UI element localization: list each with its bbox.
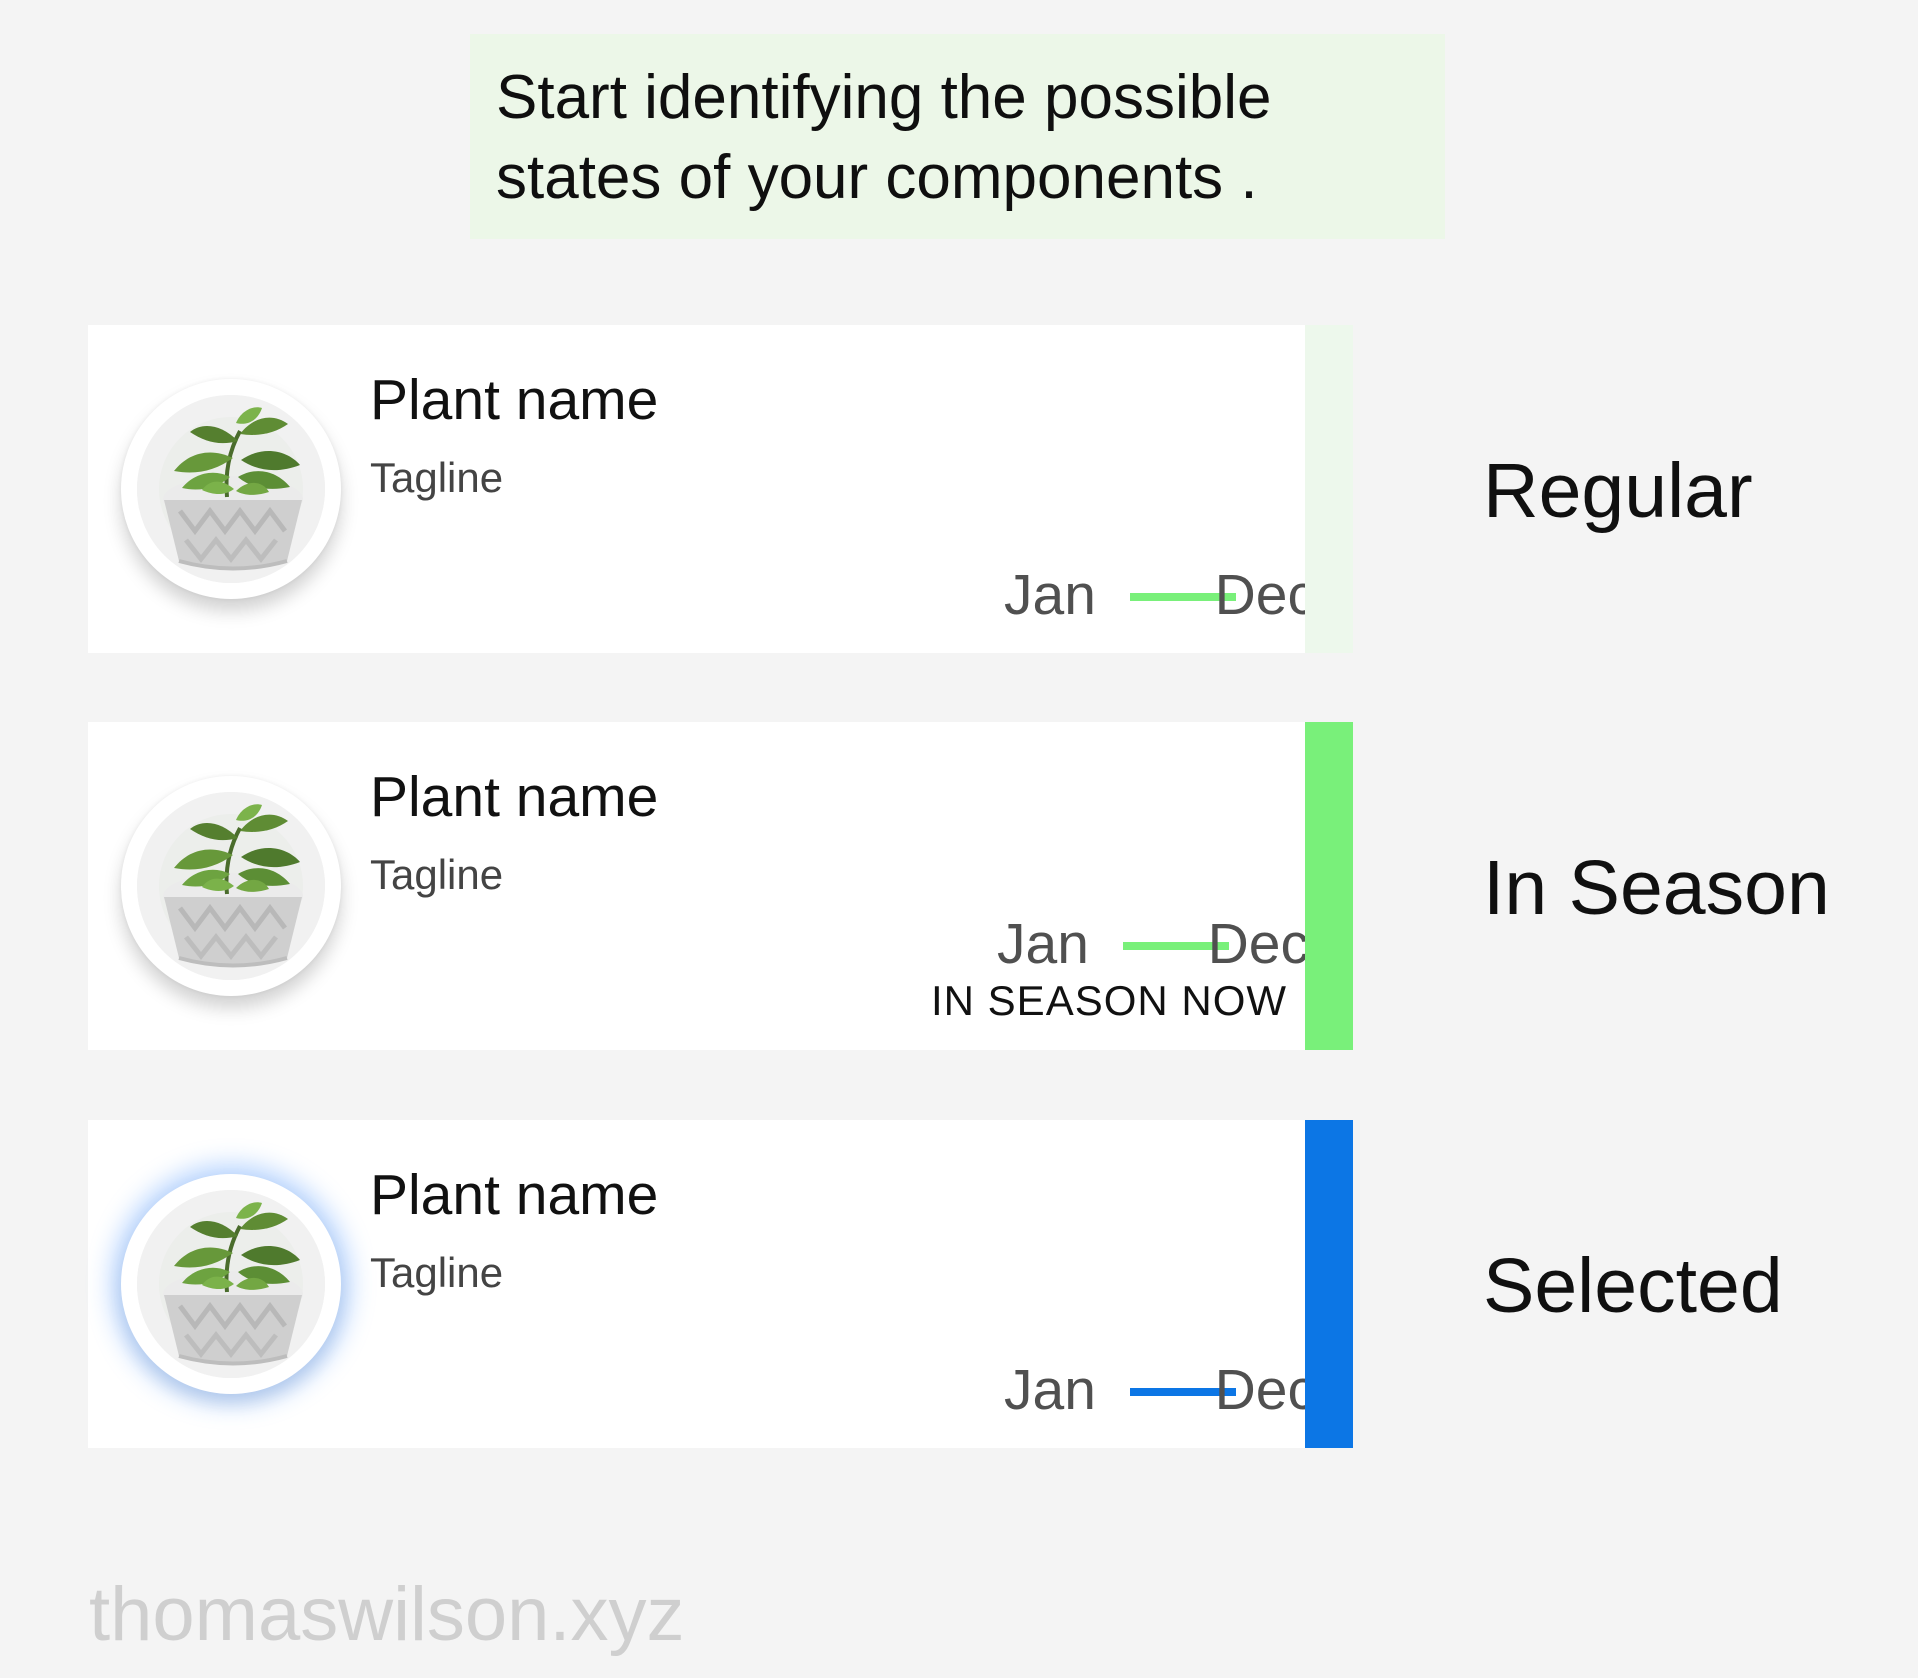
plant-card-selected[interactable]: Plant name Tagline Jan Dec [88, 1120, 1353, 1448]
plant-name: Plant name [370, 368, 659, 432]
callout-line-1: Start identifying the possible [496, 63, 1272, 132]
season-range: Jan Dec [876, 1360, 1316, 1420]
season-start: Jan [1004, 563, 1096, 627]
status-strip [1305, 1120, 1353, 1448]
plant-tagline: Tagline [370, 851, 504, 898]
plant-name: Plant name [370, 765, 659, 829]
season-start: Jan [1004, 1358, 1096, 1422]
state-label-selected: Selected [1483, 1243, 1783, 1329]
state-label-in-season: In Season [1483, 845, 1830, 931]
season-range: Jan Dec [876, 565, 1316, 625]
instruction-callout: Start identifying the possible states of… [470, 34, 1445, 239]
site-watermark: thomaswilson.xyz [89, 1572, 685, 1657]
plant-tagline: Tagline [370, 1249, 504, 1296]
season-start: Jan [997, 912, 1089, 976]
potted-basil-icon [137, 395, 325, 583]
season-end: Dec [1214, 563, 1316, 627]
in-season-badge: IN SEASON NOW [931, 977, 1288, 1024]
plant-avatar [121, 1174, 341, 1394]
plant-card-in-season[interactable]: Plant name Tagline Jan Dec IN SEASON NOW [88, 722, 1353, 1050]
potted-basil-icon [137, 792, 325, 980]
plant-name: Plant name [370, 1163, 659, 1227]
plant-tagline: Tagline [370, 454, 504, 501]
potted-basil-icon [137, 1190, 325, 1378]
plant-avatar [121, 776, 341, 996]
season-end: Dec [1207, 912, 1309, 976]
state-label-regular: Regular [1483, 448, 1753, 534]
status-strip [1305, 722, 1353, 1050]
callout-line-2: states of your components . [496, 143, 1258, 212]
status-strip [1305, 325, 1353, 653]
season-range: Jan Dec [869, 914, 1309, 974]
plant-avatar [121, 379, 341, 599]
season-end: Dec [1214, 1358, 1316, 1422]
plant-card-regular[interactable]: Plant name Tagline Jan Dec [88, 325, 1353, 653]
